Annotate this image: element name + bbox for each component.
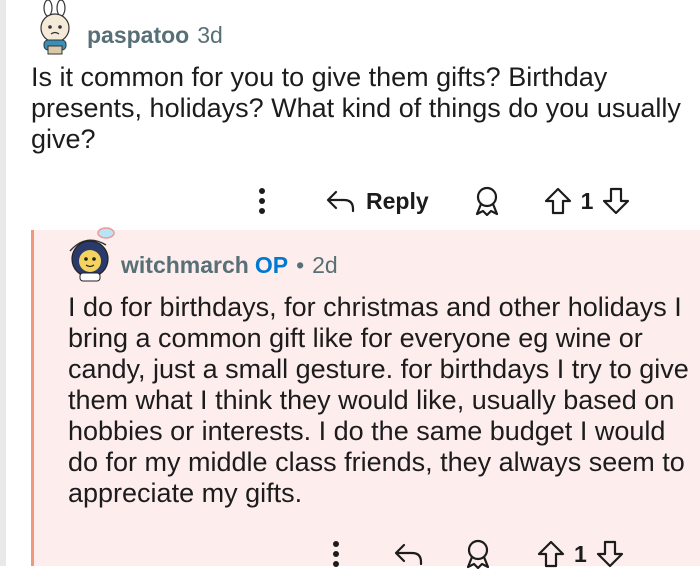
vote-controls: 1: [536, 539, 625, 569]
reply-button[interactable]: Reply: [326, 188, 429, 215]
comment-meta: witchmarch OP • 2d: [121, 252, 338, 279]
vote-score: 1: [580, 187, 594, 214]
comment-body: I do for birthdays, for christmas and ot…: [68, 292, 689, 508]
award-icon[interactable]: [464, 539, 492, 569]
downvote-icon[interactable]: [595, 539, 625, 569]
avatar[interactable]: [66, 225, 116, 285]
timestamp: 2d: [312, 252, 338, 278]
reply-button[interactable]: [394, 542, 424, 566]
comment-actions: Reply 1: [250, 180, 631, 222]
upvote-icon[interactable]: [536, 539, 566, 569]
award-icon[interactable]: [473, 186, 501, 216]
more-options-icon[interactable]: [324, 534, 348, 574]
comment-paspatoo: paspatoo 3d Is it common for you to give…: [0, 0, 700, 230]
vote-controls: 1: [543, 186, 632, 216]
username[interactable]: paspatoo: [87, 22, 189, 49]
downvote-icon[interactable]: [601, 186, 631, 216]
reply-label: Reply: [366, 187, 429, 214]
more-options-icon[interactable]: [250, 181, 274, 221]
op-badge: OP: [254, 252, 289, 278]
comment-actions: 1: [324, 534, 625, 574]
upvote-icon[interactable]: [543, 186, 573, 216]
timestamp: 3d: [197, 22, 223, 48]
meta-separator: •: [296, 252, 305, 278]
avatar[interactable]: [34, 0, 76, 56]
comment-body: Is it common for you to give them gifts?…: [31, 62, 681, 154]
vote-score: 1: [574, 540, 587, 567]
comment-meta: paspatoo 3d: [87, 22, 223, 49]
reply-arrow-icon: [326, 190, 355, 213]
reply-arrow-icon: [394, 543, 423, 566]
username[interactable]: witchmarch: [121, 252, 249, 279]
comment-witchmarch: witchmarch OP • 2d I do for birthdays, f…: [31, 227, 700, 569]
